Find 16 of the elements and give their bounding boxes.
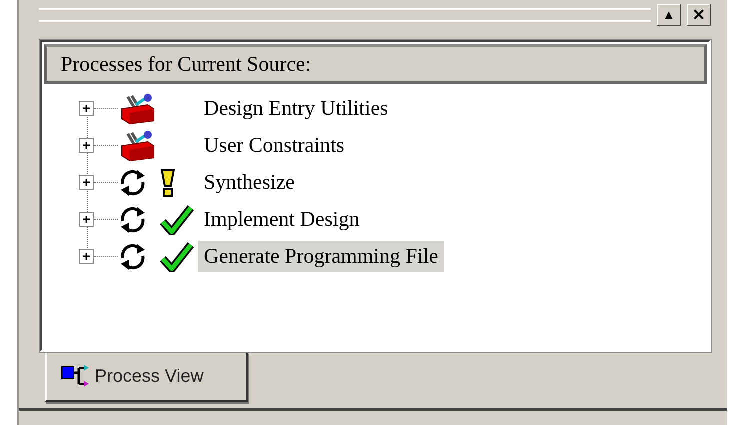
tree-item[interactable]: User Constraints: [198, 130, 351, 161]
view-tab[interactable]: Process View: [45, 352, 248, 402]
panel-header: Processes for Current Source:: [44, 44, 707, 84]
expand-toggle[interactable]: [79, 175, 94, 190]
expand-toggle[interactable]: [79, 212, 94, 227]
close-button[interactable]: ×: [687, 4, 711, 26]
tree-item[interactable]: Generate Programming File: [198, 241, 444, 272]
expand-toggle[interactable]: [79, 138, 94, 153]
title-grip[interactable]: [39, 8, 651, 22]
scroll-up-button[interactable]: ▲: [657, 4, 681, 26]
expand-toggle[interactable]: [79, 249, 94, 264]
tree-item[interactable]: Synthesize: [198, 167, 301, 198]
tree-item[interactable]: Implement Design: [198, 204, 366, 235]
expand-toggle[interactable]: [79, 101, 94, 116]
tree-item[interactable]: Design Entry Utilities: [198, 93, 394, 124]
hierarchy-icon: [61, 364, 91, 388]
